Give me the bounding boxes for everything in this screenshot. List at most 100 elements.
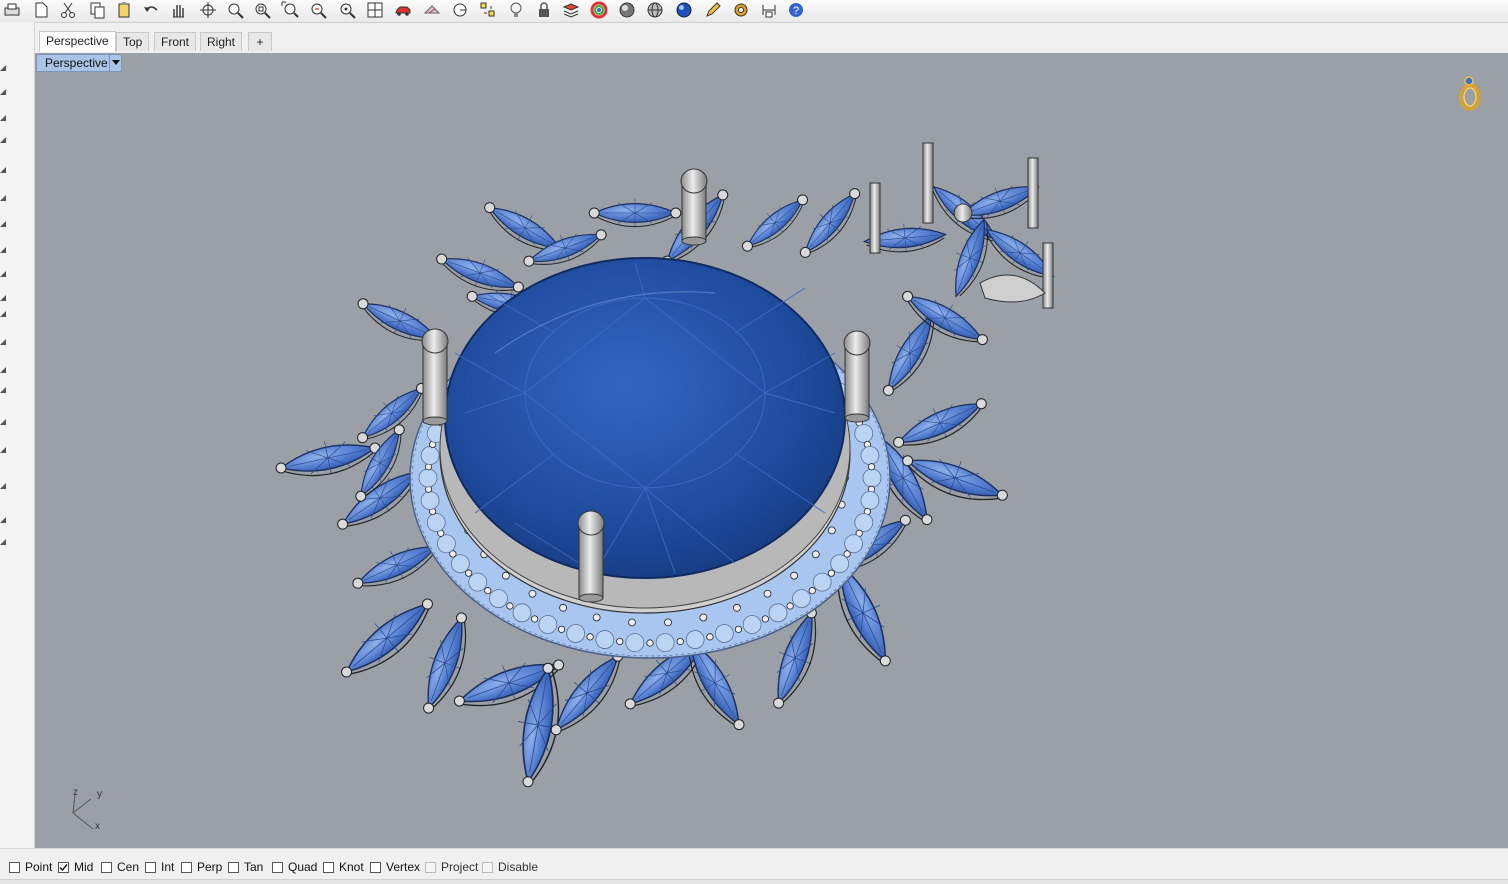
osnap-mid[interactable]: Mid	[58, 859, 93, 875]
left-tool-icon[interactable]	[0, 442, 8, 453]
zoom-selected-icon[interactable]	[307, 0, 329, 20]
osnap-knot[interactable]: Knot	[323, 859, 364, 875]
left-tool-icon[interactable]	[0, 190, 8, 201]
four-viewports-icon[interactable]	[364, 0, 386, 20]
add-viewport-tab[interactable]: +	[248, 32, 272, 51]
halo-bead	[676, 637, 684, 646]
halo-stone	[792, 589, 811, 608]
model-scene	[275, 142, 1063, 788]
left-tool-icon[interactable]	[0, 512, 8, 523]
zoom-dynamic-icon[interactable]	[336, 0, 358, 20]
car-icon[interactable]	[392, 0, 414, 20]
shaded-sphere-icon[interactable]	[616, 0, 638, 20]
halo-stone	[742, 615, 762, 634]
lock-icon[interactable]	[533, 0, 555, 20]
petal-prong	[882, 384, 894, 396]
pencil-icon[interactable]	[702, 0, 724, 20]
osnap-checkbox[interactable]	[425, 861, 436, 873]
viewport-menu-arrow-icon[interactable]	[109, 54, 122, 72]
left-tool-icon[interactable]	[0, 478, 8, 489]
help-icon[interactable]: ?	[785, 0, 807, 20]
rendered-sphere-icon[interactable]	[673, 0, 695, 20]
osnap-checkbox[interactable]	[101, 861, 112, 873]
circle-select-icon[interactable]	[449, 0, 471, 20]
copy-icon[interactable]	[86, 0, 108, 20]
light-bulb-icon[interactable]	[505, 0, 527, 20]
osnap-checkbox[interactable]	[272, 861, 283, 873]
paste-icon[interactable]	[113, 0, 135, 20]
zoom-window-icon[interactable]	[251, 0, 273, 20]
halo-bead	[646, 639, 654, 647]
left-tool-icon[interactable]	[0, 382, 8, 393]
osnap-label: Disable	[498, 860, 539, 874]
osnap-checkbox[interactable]	[370, 861, 381, 873]
wireframe-sphere-icon[interactable]	[644, 0, 666, 20]
left-tool-icon[interactable]	[0, 266, 8, 277]
osnap-checkbox[interactable]	[181, 861, 192, 873]
left-tool-icon[interactable]	[0, 306, 8, 317]
render-icon[interactable]	[421, 0, 443, 20]
petal-prong	[624, 698, 636, 710]
osnap-int[interactable]: Int	[145, 859, 174, 875]
osnap-label: Quad	[288, 860, 318, 874]
left-tool-icon[interactable]	[0, 362, 8, 373]
tab-front[interactable]: Front	[154, 32, 197, 51]
halo-bead	[501, 571, 510, 580]
osnap-cen[interactable]: Cen	[101, 859, 139, 875]
petal-prong	[436, 253, 448, 265]
left-tool-icon[interactable]	[0, 414, 8, 425]
perspective-viewport[interactable]: Perspective z y x	[35, 53, 1508, 848]
new-file-icon[interactable]	[30, 0, 52, 20]
zoom-extents-icon[interactable]	[279, 0, 301, 20]
gumball-icon[interactable]	[1453, 73, 1487, 113]
petal-prong	[512, 281, 524, 293]
left-tool-icon[interactable]	[0, 60, 8, 71]
halo-stone	[860, 446, 880, 465]
petal-prong	[893, 436, 905, 448]
printer-icon[interactable]	[1, 0, 23, 20]
rotate-view-icon[interactable]	[197, 0, 219, 20]
cut-icon[interactable]	[57, 0, 79, 20]
left-tool-icon[interactable]	[0, 110, 8, 121]
zoom-icon[interactable]	[224, 0, 246, 20]
left-tool-icon[interactable]	[0, 84, 8, 95]
tab-right[interactable]: Right	[200, 32, 243, 51]
osnap-perp[interactable]: Perp	[181, 859, 222, 875]
tab-perspective[interactable]: Perspective	[39, 31, 116, 52]
osnap-quad[interactable]: Quad	[272, 859, 317, 875]
halo-stone	[420, 446, 440, 465]
tab-top[interactable]: Top	[116, 32, 150, 51]
osnap-disable[interactable]: Disable	[482, 859, 538, 875]
pan-hand-icon[interactable]	[167, 0, 189, 20]
osnap-vertex[interactable]: Vertex	[370, 859, 420, 875]
left-tool-icon[interactable]	[0, 132, 8, 143]
osnap-project[interactable]: Project	[425, 859, 478, 875]
dimension-icon[interactable]	[758, 0, 780, 20]
osnap-checkbox[interactable]	[323, 861, 334, 873]
undo-icon[interactable]	[140, 0, 162, 20]
halo-stone	[450, 554, 470, 574]
snap-points-icon[interactable]	[477, 0, 499, 20]
left-tool-icon[interactable]	[0, 162, 8, 173]
petal-prong	[542, 662, 554, 674]
color-wheel-icon[interactable]	[588, 0, 610, 20]
left-tool-icon[interactable]	[0, 216, 8, 227]
left-tool-icon[interactable]	[0, 242, 8, 253]
left-tool-icon[interactable]	[0, 534, 8, 545]
osnap-checkbox[interactable]	[145, 861, 156, 873]
left-tool-icon[interactable]	[0, 334, 8, 345]
layer-icon[interactable]	[560, 0, 582, 20]
osnap-point[interactable]: Point	[9, 859, 52, 875]
left-tool-icon[interactable]	[0, 290, 8, 301]
osnap-checkbox[interactable]	[9, 861, 20, 873]
flower-cluster	[862, 142, 1063, 309]
osnap-checkbox[interactable]	[228, 861, 239, 873]
settings-gear-icon[interactable]	[730, 0, 752, 20]
osnap-checkbox[interactable]	[58, 861, 69, 873]
petal-prong	[275, 462, 287, 474]
osnap-checkbox[interactable]	[482, 861, 493, 873]
petal-prong	[352, 577, 364, 589]
osnap-label: Perp	[197, 860, 223, 874]
halo-bead	[531, 615, 539, 623]
osnap-tan[interactable]: Tan	[228, 859, 263, 875]
